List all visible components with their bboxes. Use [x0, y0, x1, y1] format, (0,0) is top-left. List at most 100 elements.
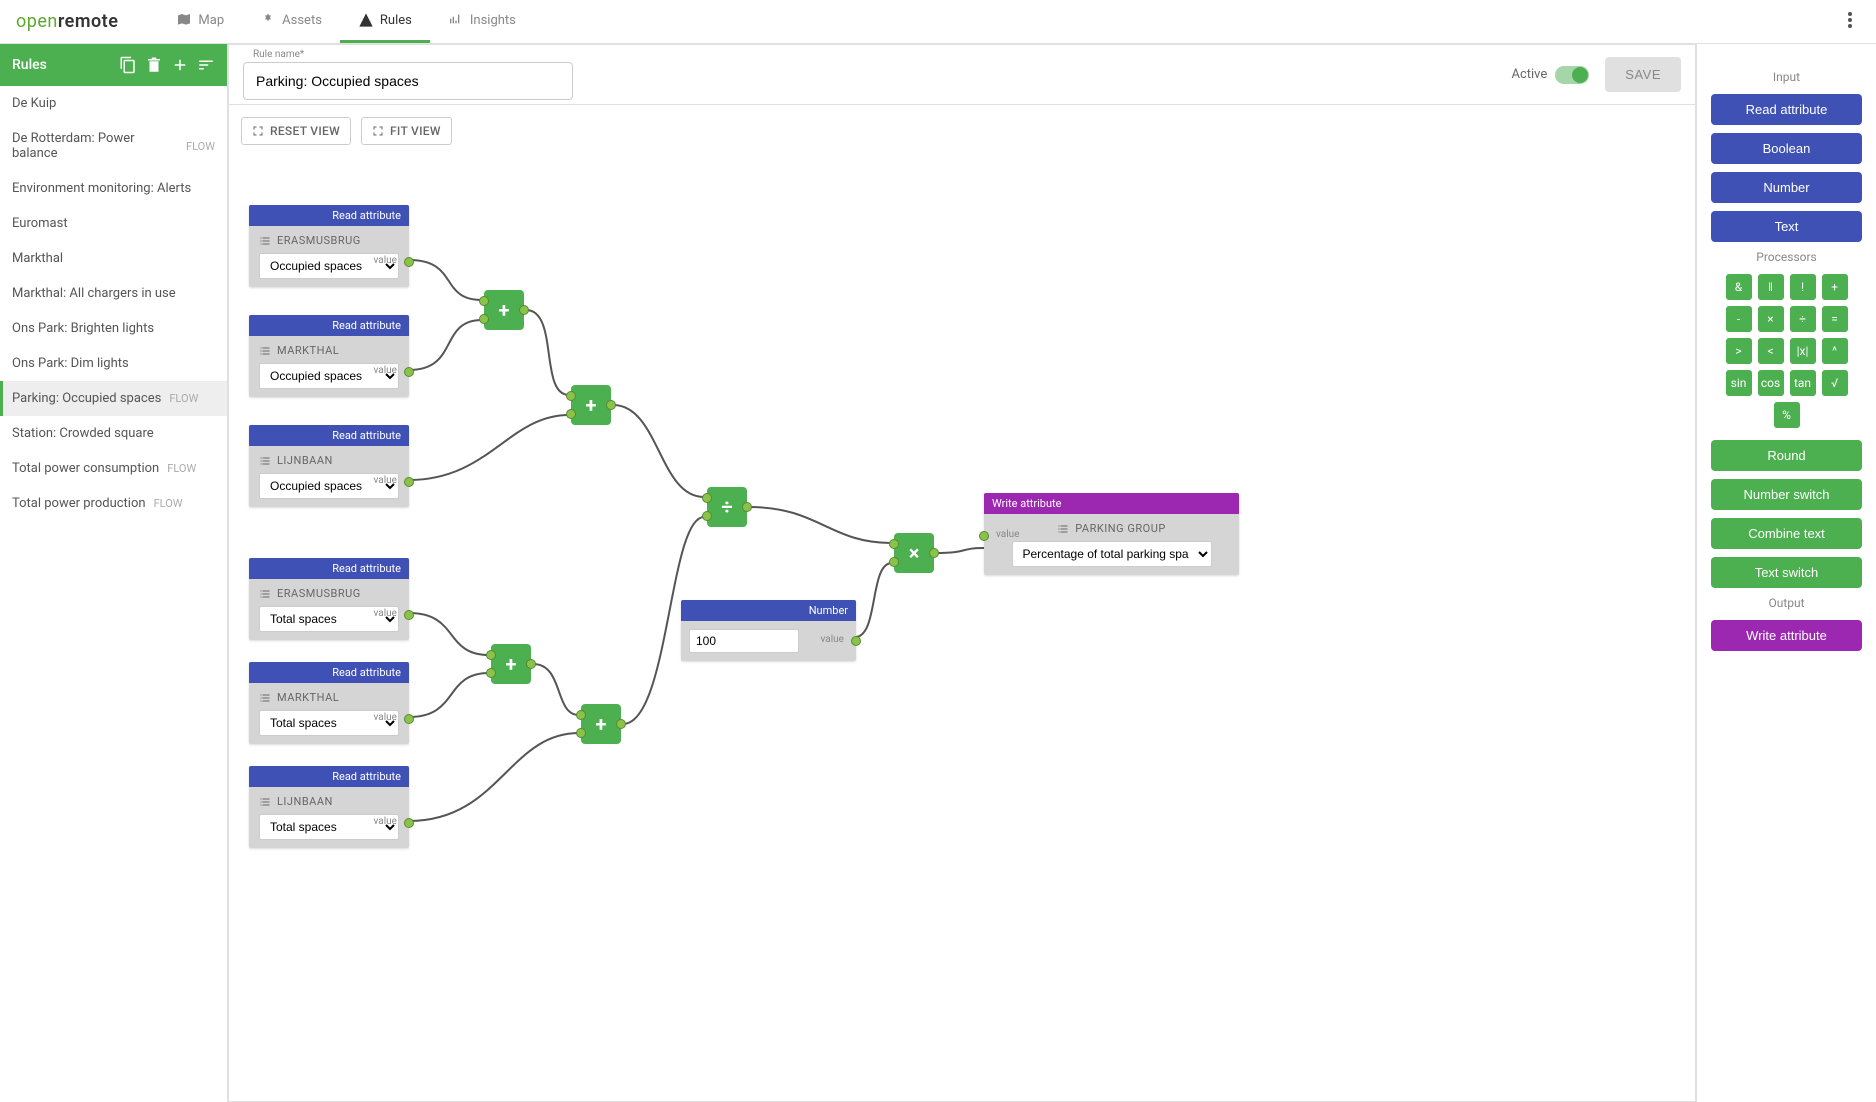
op-div[interactable]: ÷ [1790, 306, 1816, 332]
number-input[interactable] [689, 629, 799, 653]
node-read-attribute[interactable]: Read attribute ERASMUSBRUG Total spaces … [249, 558, 409, 640]
output-port[interactable] [519, 305, 529, 315]
node-read-attribute[interactable]: Read attribute MARKTHAL Total spaces val… [249, 662, 409, 744]
rule-item[interactable]: Ons Park: Brighten lights [0, 311, 227, 346]
input-port[interactable] [576, 710, 586, 720]
rule-item[interactable]: De Kuip [0, 86, 227, 121]
op-cos[interactable]: cos [1758, 370, 1784, 396]
node-write-attribute[interactable]: Write attribute PARKING GROUP Percentage… [984, 493, 1239, 575]
input-port[interactable] [702, 511, 712, 521]
save-button[interactable]: SAVE [1605, 57, 1681, 92]
input-port[interactable] [702, 493, 712, 503]
rule-item[interactable]: De Rotterdam: Power balanceFLOW [0, 121, 227, 171]
node-read-attribute[interactable]: Read attribute LIJNBAAN Total spaces val… [249, 766, 409, 848]
more-menu-icon[interactable] [1840, 4, 1860, 40]
op-sin[interactable]: sin [1726, 370, 1752, 396]
rule-item[interactable]: Total power productionFLOW [0, 486, 227, 521]
op-minus[interactable]: - [1726, 306, 1752, 332]
flow-canvas[interactable]: RESET VIEW FIT VIEW [229, 105, 1695, 1101]
fit-view-button[interactable]: FIT VIEW [361, 117, 452, 145]
rule-item[interactable]: Parking: Occupied spacesFLOW [0, 381, 227, 416]
input-port[interactable] [566, 391, 576, 401]
palette-round[interactable]: Round [1711, 440, 1862, 471]
input-port[interactable] [979, 531, 989, 541]
input-port[interactable] [479, 296, 489, 306]
output-port[interactable] [742, 502, 752, 512]
nav-tab-map[interactable]: Map [158, 0, 242, 43]
op-eq[interactable]: = [1822, 306, 1848, 332]
input-port[interactable] [486, 650, 496, 660]
nav-tab-insights[interactable]: Insights [430, 0, 534, 43]
palette-text[interactable]: Text [1711, 211, 1862, 242]
op-sqrt[interactable]: √ [1822, 370, 1848, 396]
rule-item[interactable]: Euromast [0, 206, 227, 241]
palette-number-switch[interactable]: Number switch [1711, 479, 1862, 510]
palette-boolean[interactable]: Boolean [1711, 133, 1862, 164]
op-abs[interactable]: |x| [1790, 338, 1816, 364]
input-port[interactable] [576, 728, 586, 738]
node-header: Write attribute [984, 493, 1239, 514]
nav-tab-rules[interactable]: Rules [340, 0, 430, 43]
input-port[interactable] [479, 314, 489, 324]
sort-icon[interactable] [197, 56, 215, 74]
output-port[interactable] [404, 714, 414, 724]
output-port[interactable] [404, 818, 414, 828]
output-port[interactable] [404, 477, 414, 487]
op-and[interactable]: & [1726, 274, 1752, 300]
output-port[interactable] [929, 548, 939, 558]
op-plus[interactable]: + [1822, 274, 1848, 300]
rule-name-input[interactable] [243, 62, 573, 100]
reset-view-button[interactable]: RESET VIEW [241, 117, 351, 145]
node-plus-op[interactable]: + [491, 644, 531, 684]
palette-read-attribute[interactable]: Read attribute [1711, 94, 1862, 125]
node-divide-op[interactable]: ÷ [707, 487, 747, 527]
node-header: Read attribute [249, 766, 409, 787]
node-number[interactable]: Number value [681, 600, 856, 661]
node-plus-op[interactable]: + [484, 290, 524, 330]
delete-icon[interactable] [145, 56, 163, 74]
output-port[interactable] [606, 400, 616, 410]
rules-icon [358, 12, 374, 28]
fit-icon [372, 125, 384, 137]
rule-item[interactable]: Markthal [0, 241, 227, 276]
output-port[interactable] [404, 257, 414, 267]
op-pow[interactable]: ^ [1822, 338, 1848, 364]
node-read-attribute[interactable]: Read attribute ERASMUSBRUG Occupied spac… [249, 205, 409, 287]
input-port[interactable] [486, 668, 496, 678]
palette-write-attribute[interactable]: Write attribute [1711, 620, 1862, 651]
node-plus-op[interactable]: + [571, 385, 611, 425]
output-port[interactable] [404, 367, 414, 377]
output-port[interactable] [526, 659, 536, 669]
rule-item[interactable]: Environment monitoring: Alerts [0, 171, 227, 206]
output-port[interactable] [616, 719, 626, 729]
node-read-attribute[interactable]: Read attribute MARKTHAL Occupied spaces … [249, 315, 409, 397]
op-or[interactable]: ‖ [1758, 274, 1784, 300]
node-asset: MARKTHAL [259, 344, 399, 357]
rule-item[interactable]: Station: Crowded square [0, 416, 227, 451]
attribute-select[interactable]: Percentage of total parking spaces in us… [1012, 541, 1212, 567]
node-times-op[interactable]: × [894, 533, 934, 573]
op-lt[interactable]: < [1758, 338, 1784, 364]
palette-number[interactable]: Number [1711, 172, 1862, 203]
input-port[interactable] [889, 539, 899, 549]
op-gt[interactable]: > [1726, 338, 1752, 364]
rule-item[interactable]: Total power consumptionFLOW [0, 451, 227, 486]
rule-item[interactable]: Markthal: All chargers in use [0, 276, 227, 311]
op-not[interactable]: ! [1790, 274, 1816, 300]
input-port[interactable] [889, 557, 899, 567]
output-port[interactable] [404, 610, 414, 620]
active-toggle-switch[interactable] [1555, 66, 1589, 84]
op-mod[interactable]: % [1774, 402, 1800, 428]
palette-text-switch[interactable]: Text switch [1711, 557, 1862, 588]
nav-tab-assets[interactable]: Assets [242, 0, 340, 43]
node-read-attribute[interactable]: Read attribute LIJNBAAN Occupied spaces … [249, 425, 409, 507]
palette-combine-text[interactable]: Combine text [1711, 518, 1862, 549]
node-plus-op[interactable]: + [581, 704, 621, 744]
op-times[interactable]: × [1758, 306, 1784, 332]
add-icon[interactable] [171, 56, 189, 74]
output-port[interactable] [851, 636, 861, 646]
rule-item[interactable]: Ons Park: Dim lights [0, 346, 227, 381]
copy-icon[interactable] [119, 56, 137, 74]
input-port[interactable] [566, 409, 576, 419]
op-tan[interactable]: tan [1790, 370, 1816, 396]
